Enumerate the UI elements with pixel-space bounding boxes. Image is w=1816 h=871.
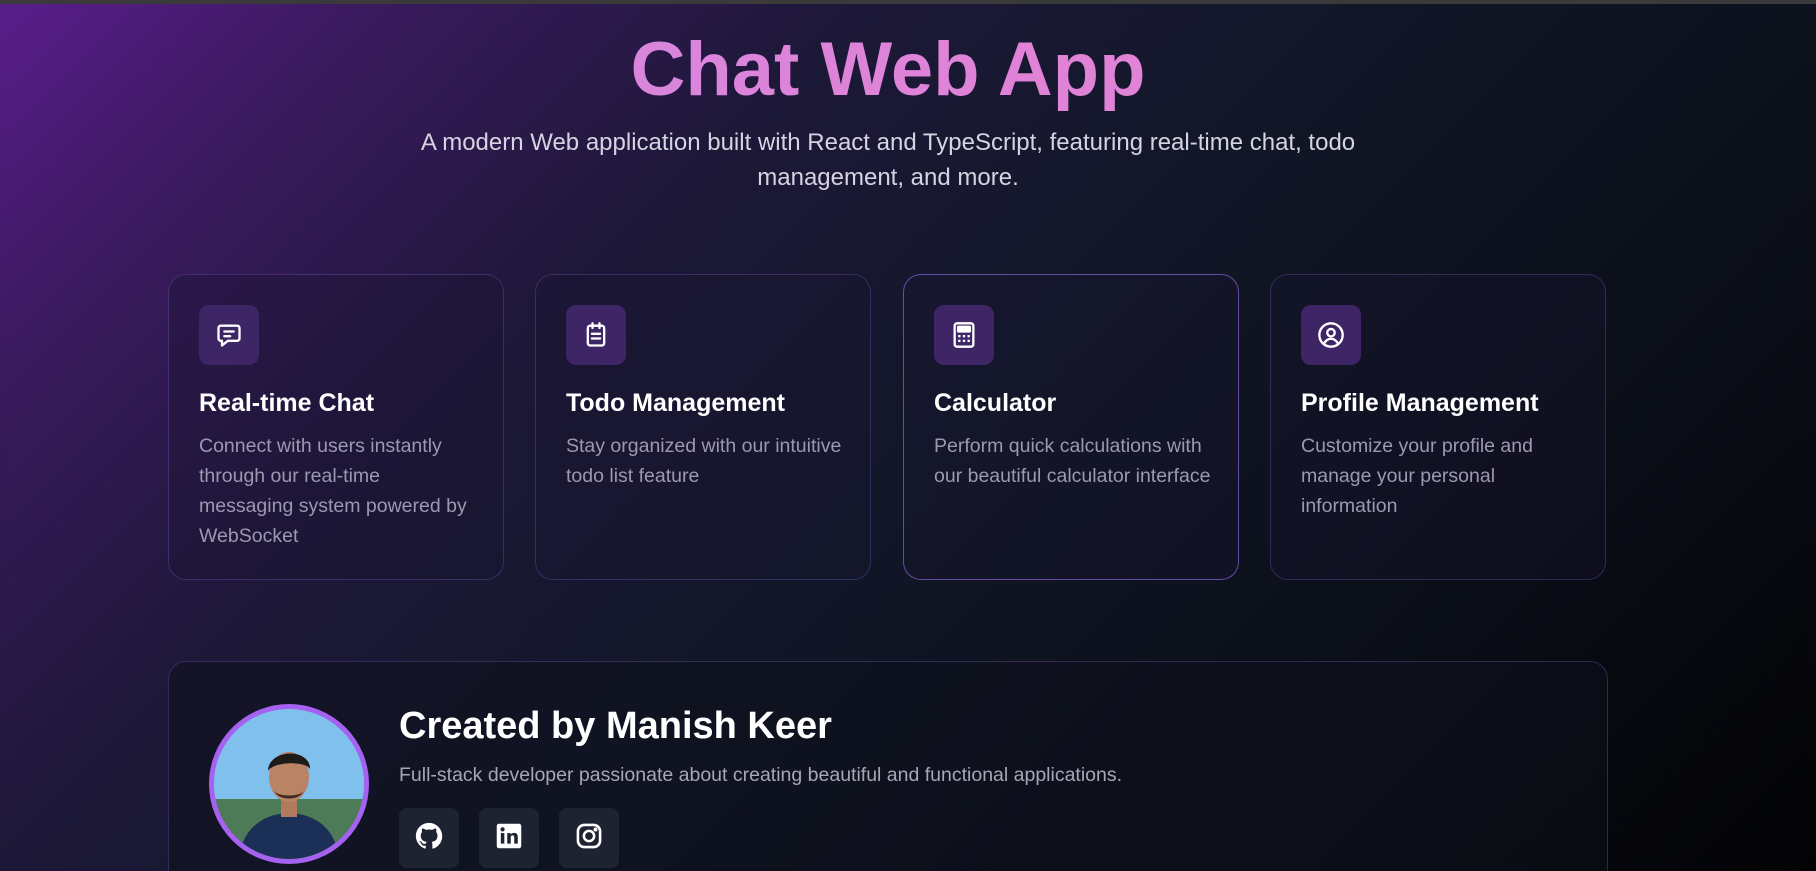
feature-description: Perform quick calculations with our beau…	[934, 435, 1211, 487]
page-subtitle: A modern Web application built with Reac…	[420, 129, 1356, 191]
feature-description: Stay organized with our intuitive todo l…	[566, 435, 842, 487]
creator-avatar	[209, 704, 369, 864]
creator-name: Created by Manish Keer	[399, 705, 832, 747]
feature-card-profile-management[interactable]: Profile Management Customize your profil…	[1270, 274, 1606, 580]
github-icon	[414, 821, 444, 856]
feature-card-real-time-chat[interactable]: Real-time Chat Connect with users instan…	[168, 274, 504, 580]
linkedin-link[interactable]	[479, 808, 539, 868]
feature-title: Calculator	[934, 389, 1057, 417]
feature-description: Connect with users instantly through our…	[199, 435, 467, 547]
message-square-icon	[199, 305, 259, 365]
clipboard-list-icon	[566, 305, 626, 365]
instagram-link[interactable]	[559, 808, 619, 868]
feature-description: Customize your profile and manage your p…	[1301, 435, 1533, 517]
github-link[interactable]	[399, 808, 459, 868]
feature-title: Profile Management	[1301, 389, 1539, 417]
instagram-icon	[575, 822, 603, 855]
feature-card-calculator[interactable]: Calculator Perform quick calculations wi…	[903, 274, 1239, 580]
linkedin-icon	[495, 822, 523, 855]
creator-bio: Full-stack developer passionate about cr…	[399, 764, 1123, 786]
calculator-icon	[934, 305, 994, 365]
page-title: Chat Web App	[0, 24, 1776, 116]
window-top-edge	[0, 0, 1816, 4]
creator-card: Created by Manish Keer Full-stack develo…	[168, 661, 1608, 871]
user-circle-icon	[1301, 305, 1361, 365]
feature-card-todo-management[interactable]: Todo Management Stay organized with our …	[535, 274, 871, 580]
feature-title: Todo Management	[566, 389, 785, 417]
feature-title: Real-time Chat	[199, 389, 375, 417]
